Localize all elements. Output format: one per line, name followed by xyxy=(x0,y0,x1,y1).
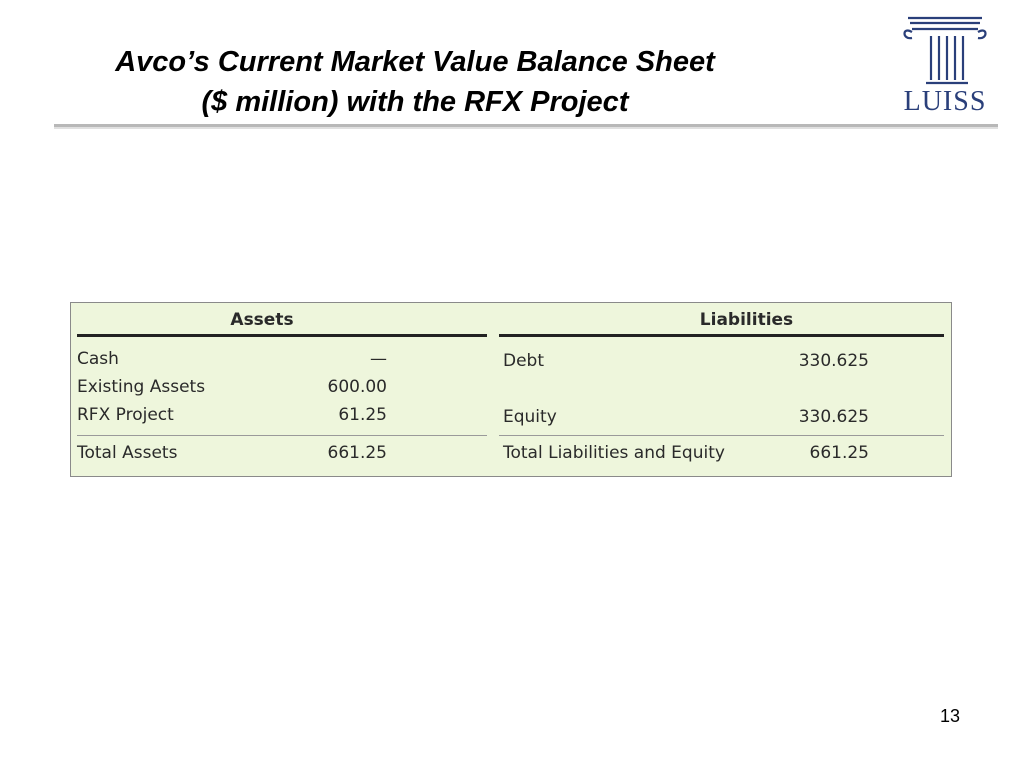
slide-title-line-1: Avco’s Current Market Value Balance Shee… xyxy=(115,46,715,78)
assets-total-row: Total Assets 661.25 xyxy=(77,435,487,470)
row-value: 330.625 xyxy=(798,351,869,371)
total-value: 661.25 xyxy=(327,443,387,463)
total-label: Total Liabilities and Equity xyxy=(503,443,725,463)
row-label: RFX Project xyxy=(77,405,174,425)
assets-row-rfx-project: RFX Project 61.25 xyxy=(77,401,487,429)
row-value: 330.625 xyxy=(798,407,869,427)
total-label: Total Assets xyxy=(77,443,178,463)
title-divider xyxy=(54,124,998,129)
column-icon xyxy=(903,16,987,85)
total-value: 661.25 xyxy=(809,443,869,463)
row-label: Equity xyxy=(503,407,557,427)
row-label: Existing Assets xyxy=(77,377,206,397)
assets-row-existing-assets: Existing Assets 600.00 xyxy=(77,373,487,401)
page-number: 13 xyxy=(939,706,961,726)
liabilities-row-empty xyxy=(499,375,944,403)
liabilities-row-debt: Debt 330.625 xyxy=(499,347,944,375)
luiss-logo: LUISS xyxy=(898,14,992,118)
assets-column: Assets Cash — Existing Assets 600.00 RFX… xyxy=(77,303,487,463)
slide-title: Avco’s Current Market Value Balance Shee… xyxy=(40,42,790,122)
assets-row-cash: Cash — xyxy=(77,345,487,373)
row-label: Cash xyxy=(77,349,119,369)
liabilities-column: Liabilities Debt 330.625 Equity 330.625 … xyxy=(499,303,944,463)
liabilities-row-equity: Equity 330.625 xyxy=(499,403,944,431)
row-value: — xyxy=(370,349,387,369)
logo-text: LUISS xyxy=(903,86,987,117)
row-value: 600.00 xyxy=(327,377,387,397)
row-value: 61.25 xyxy=(338,405,387,425)
slide-title-line-2: ($ million) with the RFX Project xyxy=(201,86,629,118)
liabilities-header: Liabilities xyxy=(499,303,944,337)
assets-header: Assets xyxy=(77,303,487,337)
liabilities-total-row: Total Liabilities and Equity 661.25 xyxy=(499,435,944,470)
row-label: Debt xyxy=(503,351,545,371)
balance-sheet-table: Assets Cash — Existing Assets 600.00 RFX… xyxy=(70,302,952,477)
